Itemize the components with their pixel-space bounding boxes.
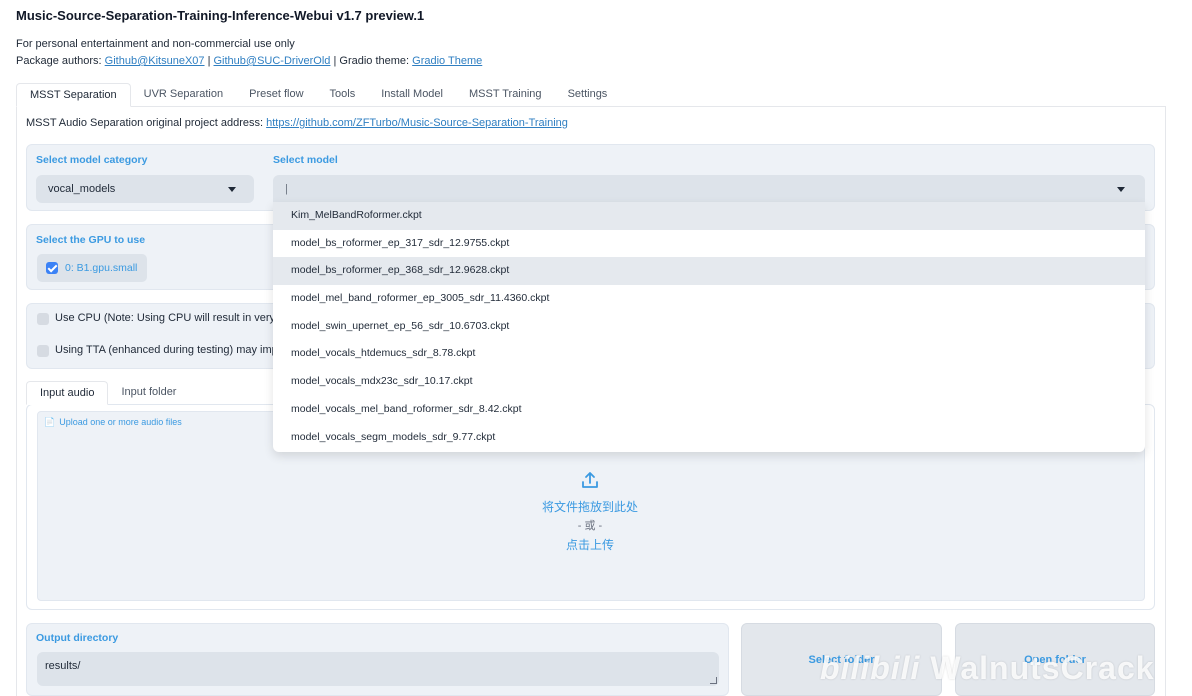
dropdown-option[interactable]: model_vocals_mel_band_roformer_sdr_8.42.… [273, 396, 1145, 424]
tab-msst-training[interactable]: MSST Training [456, 83, 555, 107]
dropdown-option[interactable]: model_vocals_segm_models_sdr_9.77.ckpt [273, 424, 1145, 452]
checkbox-checked-icon [46, 262, 58, 274]
tab-install-model[interactable]: Install Model [368, 83, 456, 107]
output-directory-label: Output directory [36, 632, 119, 644]
tab-tools[interactable]: Tools [317, 83, 369, 107]
author-link-suc[interactable]: Github@SUC-DriverOld [214, 55, 331, 67]
main-tabs: MSST Separation UVR Separation Preset fl… [16, 83, 620, 107]
model-category-value: vocal_models [48, 183, 116, 195]
disclaimer-text: For personal entertainment and non-comme… [16, 38, 295, 50]
project-url-link[interactable]: https://github.com/ZFTurbo/Music-Source-… [266, 117, 568, 129]
drop-files-text: 将文件拖放到此处 [541, 500, 638, 514]
gpu-option-label: 0: B1.gpu.small [65, 262, 138, 274]
chevron-down-icon [228, 187, 236, 192]
watermark-name: WalnutsCrack [930, 650, 1155, 686]
tab-input-audio[interactable]: Input audio [26, 381, 109, 405]
project-address-line: MSST Audio Separation original project a… [26, 117, 568, 129]
output-directory-value: results/ [45, 660, 81, 672]
model-dropdown-list: Kim_MelBandRoformer.ckpt model_bs_roform… [273, 202, 1145, 452]
bilibili-logo: bilibili [820, 650, 921, 686]
use-cpu-label: Use CPU (Note: Using CPU will result in … [55, 312, 284, 324]
watermark: bilibili WalnutsCrack [820, 650, 1155, 687]
model-category-select[interactable]: vocal_models [36, 175, 254, 203]
use-tta-checkbox[interactable] [37, 345, 49, 357]
or-text: - 或 - [577, 520, 603, 532]
theme-prefix: | Gradio theme: [330, 55, 413, 67]
model-select-label: Select model [273, 154, 338, 166]
upload-label: 📄 Upload one or more audio files [44, 417, 182, 428]
gpu-label: Select the GPU to use [36, 234, 146, 246]
upload-icon [582, 472, 598, 488]
dropdown-option[interactable]: model_mel_band_roformer_ep_3005_sdr_11.4… [273, 285, 1145, 313]
dropdown-option[interactable]: model_swin_upernet_ep_56_sdr_10.6703.ckp… [273, 313, 1145, 341]
use-cpu-checkbox[interactable] [37, 313, 49, 325]
gpu-option-chip[interactable]: 0: B1.gpu.small [37, 254, 148, 282]
input-tabs: Input audio Input folder [26, 381, 189, 405]
authors-line: Package authors: Github@KitsuneX07 | Git… [16, 55, 482, 67]
chevron-down-icon [1117, 187, 1125, 192]
resize-handle-icon[interactable] [710, 677, 717, 684]
authors-prefix: Package authors: [16, 55, 105, 67]
project-address-prefix: MSST Audio Separation original project a… [26, 117, 267, 129]
dropdown-option[interactable]: model_vocals_htdemucs_sdr_8.78.ckpt [273, 340, 1145, 368]
tab-preset-flow[interactable]: Preset flow [236, 83, 316, 107]
tab-input-folder[interactable]: Input folder [108, 381, 189, 405]
authors-separator: | [204, 55, 214, 67]
dropdown-option[interactable]: model_vocals_mdx23c_sdr_10.17.ckpt [273, 368, 1145, 396]
gradio-theme-link[interactable]: Gradio Theme [412, 55, 482, 67]
file-icon: 📄 [44, 417, 56, 427]
tab-uvr-separation[interactable]: UVR Separation [131, 83, 237, 107]
model-category-label: Select model category [36, 154, 148, 166]
tab-settings[interactable]: Settings [555, 83, 621, 107]
upload-label-text: Upload one or more audio files [59, 417, 182, 427]
use-tta-label: Using TTA (enhanced during testing) may … [55, 344, 278, 356]
dropdown-option[interactable]: model_bs_roformer_ep_368_sdr_12.9628.ckp… [273, 257, 1145, 286]
click-upload-text[interactable]: 点击上传 [482, 536, 698, 553]
tab-msst-separation[interactable]: MSST Separation [16, 83, 131, 107]
dropdown-option[interactable]: model_bs_roformer_ep_317_sdr_12.9755.ckp… [273, 230, 1145, 258]
author-link-kitsune[interactable]: Github@KitsuneX07 [105, 55, 205, 67]
dropdown-option[interactable]: Kim_MelBandRoformer.ckpt [273, 202, 1145, 230]
model-select-value: | [285, 183, 288, 195]
model-select-input[interactable]: | [273, 175, 1145, 203]
output-directory-input[interactable]: results/ [37, 652, 719, 686]
app-title: Music-Source-Separation-Training-Inferen… [16, 8, 425, 23]
